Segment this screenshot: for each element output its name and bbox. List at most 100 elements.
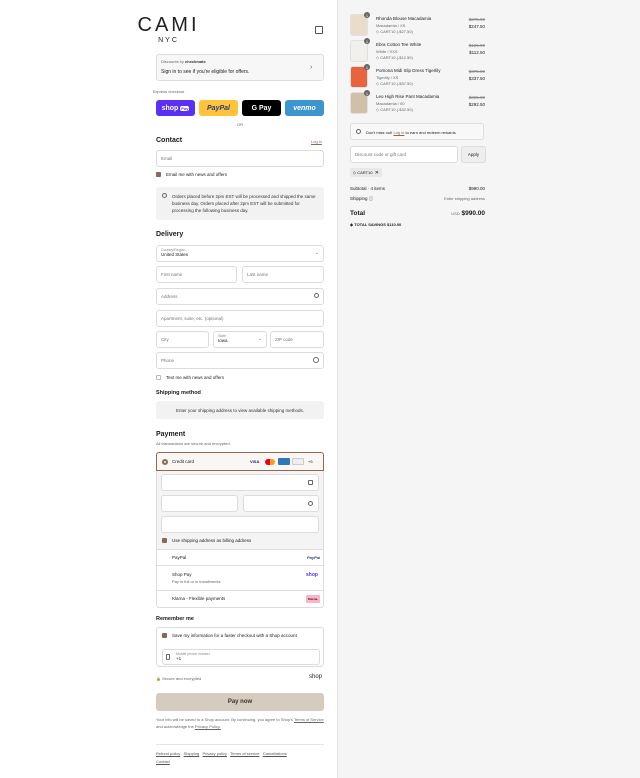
login-link[interactable]: Log in	[311, 139, 322, 144]
privacy-link[interactable]: Privacy Policy.	[195, 724, 221, 729]
original-price: $125.00	[468, 43, 485, 48]
amex-icon	[278, 458, 290, 465]
contact-title: Contact	[156, 137, 183, 144]
shop-logo: shop	[306, 572, 318, 578]
klarna-label: Klarna - Flexible payments	[172, 596, 226, 601]
chevron-down-icon: ⌄	[314, 250, 319, 256]
first-name-field[interactable]: First name	[156, 266, 237, 283]
billing-checkbox[interactable]	[162, 538, 167, 543]
checkmate-logo: checkmate	[185, 59, 206, 64]
info-icon	[162, 193, 167, 198]
product-variant: White / XXS	[376, 49, 398, 54]
name-on-card-field[interactable]	[161, 516, 319, 533]
shop-pay-button[interactable]: shop Pay	[156, 100, 195, 116]
privacy-policy-link[interactable]: Privacy policy	[203, 751, 227, 756]
shop-pay-sub: Pay in full or in installments	[172, 579, 221, 584]
rewards-login-link[interactable]: Log in	[393, 130, 404, 135]
remove-icon[interactable]: ✕	[375, 170, 379, 176]
discount-tag-label: CART10	[357, 170, 373, 175]
last-name-field[interactable]: Last name	[242, 266, 324, 283]
help-icon[interactable]	[313, 357, 319, 363]
news-checkbox[interactable]	[156, 172, 161, 177]
address-field[interactable]: Address	[156, 288, 324, 305]
terms-link[interactable]: Terms of Service	[294, 717, 324, 722]
quantity-badge: 1	[364, 38, 370, 44]
discount-code-field[interactable]: Discount code or gift card	[350, 146, 458, 163]
subtotal-value: $990.00	[468, 186, 485, 191]
news-label: Email me with news and offers	[166, 172, 227, 177]
order-summary: 1 Rhonda Blouse Macadamia Macadamia / XS…	[337, 0, 640, 778]
brand-logo-sub: NYC	[158, 37, 179, 44]
shipping-method-title: Shipping method	[156, 390, 201, 396]
klarna-option[interactable]: Klarna - Flexible payments Klarna.	[156, 591, 324, 608]
product-variant: Macadamia / 00	[376, 101, 405, 106]
billing-label: Use shipping address as billing address	[172, 538, 252, 543]
shop-pay-logo: shop	[161, 104, 179, 112]
discount-tag: ◇ CART10 ✕	[350, 168, 382, 177]
legal-line: Your info will be saved to a Shop accoun…	[156, 717, 293, 722]
payment-title: Payment	[156, 431, 186, 438]
card-number-field[interactable]	[161, 474, 319, 491]
apply-button[interactable]: Apply	[461, 146, 486, 163]
shipping-method-note: Enter your shipping address to view avai…	[156, 401, 324, 419]
contact-link[interactable]: Contact	[156, 759, 170, 764]
original-price: $325.00	[468, 95, 485, 100]
sale-price: $292.50	[468, 102, 485, 107]
total-amount: $990.00	[461, 210, 486, 217]
shop-pay-label: Shop Pay	[172, 572, 192, 577]
venmo-button[interactable]: venmo	[285, 100, 324, 116]
remember-me-title: Remember me	[156, 616, 194, 622]
phone-field[interactable]: Phone	[156, 352, 324, 369]
email-field[interactable]: Email	[156, 150, 324, 167]
search-icon	[314, 293, 319, 298]
offers-text: Sign in to see if you're eligible for of…	[161, 69, 250, 75]
remember-me-box: Save my information for a faster checkou…	[156, 627, 324, 667]
save-info-checkbox[interactable]	[162, 633, 167, 638]
paypal-button[interactable]: PayPal	[199, 100, 238, 116]
text-news-checkbox[interactable]	[156, 375, 161, 380]
shopping-bag-icon[interactable]	[315, 26, 323, 34]
lock-icon	[308, 480, 313, 485]
item-discount-code: CART10 (-$12.50)	[380, 55, 413, 60]
country-select[interactable]: Country/Region United States ⌄	[156, 245, 324, 262]
secure-text: Secure and encrypted	[162, 676, 202, 681]
paypal-label: PayPal	[172, 555, 187, 560]
cancellations-link[interactable]: Cancellations	[263, 751, 287, 756]
checkout-main: CAMI NYC Discounts by checkmate Sign in …	[0, 0, 337, 778]
item-discount-code: CART10 (-$27.50)	[380, 29, 413, 34]
visa-icon: VISA	[250, 459, 260, 464]
shipping-link[interactable]: Shipping	[184, 751, 200, 756]
apartment-field[interactable]: Apartment, suite, etc. (optional)	[156, 310, 324, 327]
brand-logo[interactable]: CAMI	[0, 14, 337, 37]
shop-pay-badge: Pay	[180, 105, 190, 111]
product-name: Pomona Midi Slip Dress Tigerlily	[376, 68, 441, 73]
help-icon[interactable]: ⓘ	[369, 196, 374, 201]
chevron-right-icon: ›	[310, 64, 313, 71]
total-savings: ◈ TOTAL SAVINGS $110.00	[350, 222, 401, 227]
credit-card-option[interactable]: Credit card VISA +5	[156, 452, 324, 471]
credit-card-radio[interactable]	[162, 459, 168, 465]
mobile-phone-field[interactable]: Mobile phone number +1	[162, 649, 320, 665]
quantity-badge: 1	[364, 12, 370, 18]
terms-of-service-link[interactable]: Terms of service	[230, 751, 259, 756]
discover-icon	[292, 458, 304, 465]
sale-price: $247.50	[468, 24, 485, 29]
city-field[interactable]: City	[156, 331, 209, 348]
credit-card-label: Credit card	[172, 459, 195, 464]
google-pay-button[interactable]: G Pay	[242, 100, 281, 116]
item-discount: ◇ CART10 (-$32.50)	[376, 107, 413, 112]
expiry-field[interactable]	[161, 495, 238, 512]
subtotal-label: Subtotal · 4 items	[350, 186, 386, 191]
shipping-label: Shipping ⓘ	[350, 196, 373, 202]
offers-banner[interactable]: Discounts by checkmate Sign in to see if…	[156, 54, 324, 81]
refund-policy-link[interactable]: Refund policy	[156, 751, 180, 756]
legal-and: and acknowledge the	[156, 724, 194, 729]
paypal-option[interactable]: PayPal PayPal	[156, 550, 324, 566]
zip-field[interactable]: ZIP code	[270, 331, 324, 348]
pay-now-button[interactable]: Pay now	[156, 693, 324, 711]
shop-pay-option[interactable]: Shop Pay Pay in full or in installments …	[156, 566, 324, 591]
help-icon[interactable]	[308, 501, 313, 506]
state-select[interactable]: State Iowa ⌄	[213, 331, 267, 348]
state-value: Iowa	[218, 338, 228, 343]
processing-notice: Orders placed before 2pm EST will be pro…	[156, 187, 324, 220]
